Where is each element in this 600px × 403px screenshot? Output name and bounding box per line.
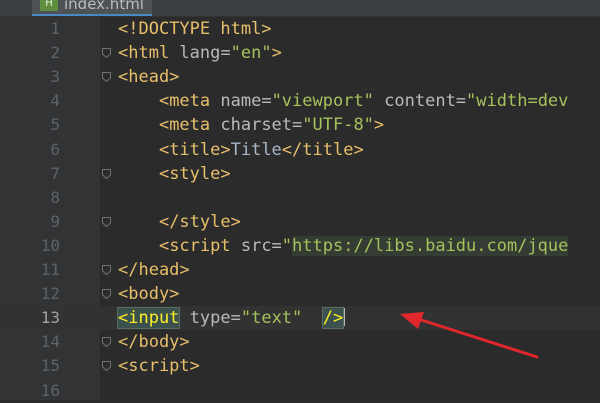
arrow-head [400, 312, 424, 329]
arrow-shaft [410, 315, 539, 359]
annotation-arrow [400, 312, 539, 359]
